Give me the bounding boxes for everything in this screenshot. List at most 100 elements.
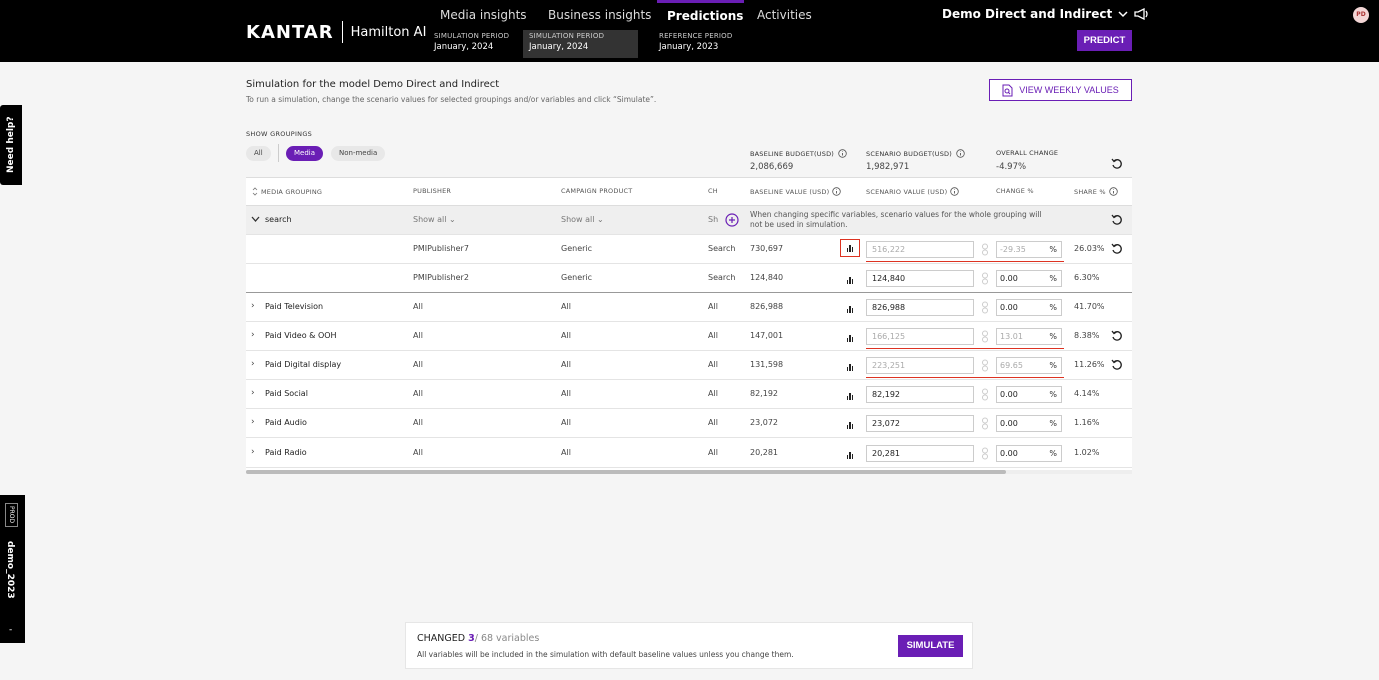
product-filter[interactable]: Show all ⌄ [561,215,604,224]
change-percent-input[interactable]: 0.00% [996,386,1062,403]
chevron-right-icon[interactable]: › [251,301,255,311]
chevron-right-icon[interactable]: › [251,447,255,457]
view-weekly-values-button[interactable]: VIEW WEEKLY VALUES [989,79,1132,101]
need-help-tab[interactable]: Need help? [0,105,22,185]
group-row-search[interactable]: search Show all ⌄ Show all ⌄ Sh When cha… [246,206,1132,235]
info-icon[interactable] [838,149,847,158]
chart-bar-icon[interactable] [844,387,856,400]
tab-predictions[interactable]: Predictions [657,0,744,30]
publisher-filter[interactable]: Show all ⌄ [413,215,456,224]
sort-icon[interactable] [252,187,258,196]
grouping-cell: Paid Social [265,389,308,398]
chip-media[interactable]: Media [286,146,324,161]
brand[interactable]: KANTAR Hamilton AI [246,21,426,43]
scenario-value-input[interactable]: 124,840 [866,270,974,287]
channel-cell: All [708,389,718,398]
simulation-period-1[interactable]: SIMULATION PERIOD January, 2024 [428,30,515,58]
change-percent-input[interactable]: 0.00% [996,270,1062,287]
period-label: SIMULATION PERIOD [529,32,605,40]
chart-bar-icon[interactable] [844,300,856,313]
chart-bar-icon[interactable] [844,446,856,459]
table-header: MEDIA GROUPING PUBLISHER CAMPAIGN PRODUC… [246,177,1132,206]
change-percent-input[interactable]: 0.00% [996,445,1062,462]
link-icon[interactable] [981,330,989,343]
chart-bar-icon[interactable] [844,416,856,429]
reset-icon[interactable] [1111,214,1123,226]
link-icon[interactable] [981,243,989,256]
tab-activities[interactable]: Activities [747,0,822,30]
info-icon[interactable] [950,187,960,196]
share-cell: 11.26% [1074,360,1105,369]
page-subtitle: To run a simulation, change the scenario… [246,95,657,104]
reference-period[interactable]: REFERENCE PERIOD January, 2023 [653,30,738,58]
scenario-value-input[interactable]: 166,125 [866,328,974,345]
share-cell: 26.03% [1074,244,1105,253]
scenario-budget-label: SCENARIO BUDGET(USD) [866,149,965,158]
channel-cell: All [708,418,718,427]
chip-all[interactable]: All [246,146,271,161]
chart-bar-icon[interactable] [844,358,856,371]
chevron-down-icon: ⌄ [449,215,456,224]
chip-non-media[interactable]: Non-media [331,146,386,161]
channel-filter[interactable]: Sh [708,215,718,224]
share-cell: 1.02% [1074,448,1100,457]
megaphone-icon[interactable] [1134,8,1150,20]
simulate-button[interactable]: SIMULATE [898,635,963,657]
change-percent-input[interactable]: 0.00% [996,299,1062,316]
chevron-right-icon[interactable]: › [251,388,255,398]
environment-tab[interactable]: PROD demo_2023 - [0,495,25,643]
scenario-value-input[interactable]: 826,988 [866,299,974,316]
reset-icon[interactable] [1111,330,1123,342]
col-scenario-value: SCENARIO VALUE (USD) [866,187,960,196]
simulation-period-2[interactable]: SIMULATION PERIOD January, 2024 [523,30,638,58]
publisher-cell: PMIPublisher7 [413,244,469,253]
chevron-right-icon[interactable]: › [251,359,255,369]
add-circle-icon[interactable] [725,213,739,227]
table-row: PMIPublisher7 Generic Search 730,697 516… [246,235,1132,264]
change-percent-input[interactable]: -29.35% [996,241,1062,258]
chart-bar-icon[interactable] [844,329,856,342]
view-weekly-values-label: VIEW WEEKLY VALUES [1019,85,1119,95]
chevron-right-icon[interactable]: › [251,330,255,340]
info-icon[interactable] [832,187,842,196]
link-icon[interactable] [981,359,989,372]
chart-bar-icon[interactable] [844,271,856,284]
link-icon[interactable] [981,272,989,285]
scrollbar-thumb[interactable] [246,470,1006,474]
chevron-down-icon[interactable] [251,216,260,223]
info-icon[interactable] [956,149,965,158]
grouping-cell: Paid Television [265,302,324,311]
tab-media-insights[interactable]: Media insights [430,0,537,30]
link-icon[interactable] [981,417,989,430]
change-percent-input[interactable]: 13.01% [996,328,1062,345]
share-cell: 6.30% [1074,273,1100,282]
product-cell: All [561,360,571,369]
avatar[interactable]: PD [1353,7,1369,23]
horizontal-scrollbar[interactable] [246,470,1132,474]
predict-button[interactable]: PREDICT [1077,30,1132,51]
change-percent-input[interactable]: 69.65% [996,357,1062,374]
link-icon[interactable] [981,388,989,401]
link-icon[interactable] [981,447,989,460]
link-icon[interactable] [981,301,989,314]
col-media-grouping[interactable]: MEDIA GROUPING [252,187,322,196]
reset-icon[interactable] [1111,243,1123,255]
product-cell: All [561,448,571,457]
tab-business-insights[interactable]: Business insights [538,0,661,30]
chevron-right-icon[interactable]: › [251,417,255,427]
reset-all-icon[interactable] [1111,158,1123,170]
reset-icon[interactable] [1111,359,1123,371]
chevron-down-icon [1118,10,1128,17]
scenario-value-input[interactable]: 20,281 [866,445,974,462]
scenario-value-input[interactable]: 23,072 [866,415,974,432]
group-name: search [265,215,292,224]
info-icon[interactable] [1109,187,1118,196]
model-select[interactable]: Demo Direct and Indirect [942,7,1150,21]
scenario-value-input[interactable]: 516,222 [866,241,974,258]
table-row: › Paid Social All All All 82,192 82,192 … [246,380,1132,409]
scenario-value-input[interactable]: 223,251 [866,357,974,374]
table-row: › Paid Video & OOH All All All 147,001 1… [246,322,1132,351]
scenario-value-input[interactable]: 82,192 [866,386,974,403]
chart-bar-icon[interactable] [840,239,860,257]
change-percent-input[interactable]: 0.00% [996,415,1062,432]
